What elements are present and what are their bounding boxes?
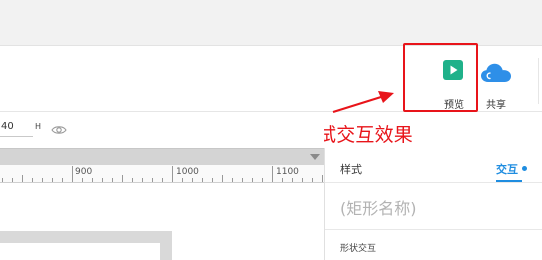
ruler-tick xyxy=(302,178,303,182)
height-input[interactable]: 40 xyxy=(0,119,33,137)
ruler-tick xyxy=(82,178,83,182)
shape-name-field[interactable]: (矩形名称) xyxy=(340,195,417,219)
ruler-tick xyxy=(202,178,203,182)
horizontal-ruler: 900 1000 1100 xyxy=(0,165,324,183)
tab-interaction[interactable]: 交互 xyxy=(496,161,518,177)
ruler-tick xyxy=(122,175,123,182)
tab-style[interactable]: 样式 xyxy=(340,161,362,177)
section-title: 形状交互 xyxy=(340,244,377,254)
ruler-tick xyxy=(152,178,153,182)
eye-icon[interactable] xyxy=(51,121,67,140)
canvas-shape-inner xyxy=(0,243,160,260)
ruler-tick xyxy=(252,178,253,182)
ruler-tick xyxy=(102,178,103,182)
ruler-tick xyxy=(42,178,43,182)
ruler-tick xyxy=(282,178,283,182)
ruler-tick xyxy=(142,178,143,182)
ruler-tick xyxy=(52,178,53,182)
ruler-tick xyxy=(132,178,133,182)
tab-active-dot xyxy=(522,166,527,171)
panel-divider xyxy=(325,182,542,183)
ruler-tick xyxy=(112,178,113,182)
canvas-tab-bar xyxy=(0,148,324,165)
ruler-tick xyxy=(12,178,13,182)
ruler-tick xyxy=(162,178,163,182)
ruler-tick xyxy=(242,178,243,182)
ruler-tick xyxy=(292,178,293,182)
ruler-tick xyxy=(22,175,23,182)
tab-dropdown-icon[interactable] xyxy=(310,154,320,160)
height-label: H xyxy=(35,122,42,131)
ruler-tick xyxy=(172,166,173,182)
ruler-tick xyxy=(2,178,3,182)
ruler-tick xyxy=(62,178,63,182)
ruler-tick xyxy=(32,178,33,182)
ruler-label: 1100 xyxy=(276,167,299,177)
ruler-tick xyxy=(312,178,313,182)
ruler-tick xyxy=(322,175,323,182)
ruler-tick xyxy=(212,178,213,182)
property-row: 40 H xyxy=(0,113,324,143)
ruler-tick xyxy=(72,166,73,182)
ruler-label: 1000 xyxy=(176,167,199,177)
ruler-tick xyxy=(192,178,193,182)
ruler-tick xyxy=(272,166,273,182)
ruler-tick xyxy=(262,178,263,182)
ruler-tick xyxy=(222,175,223,182)
ruler-tick xyxy=(182,178,183,182)
ruler-label: 900 xyxy=(75,167,93,177)
panel-divider xyxy=(325,229,542,230)
ruler-tick xyxy=(232,178,233,182)
ruler-tick xyxy=(92,178,93,182)
